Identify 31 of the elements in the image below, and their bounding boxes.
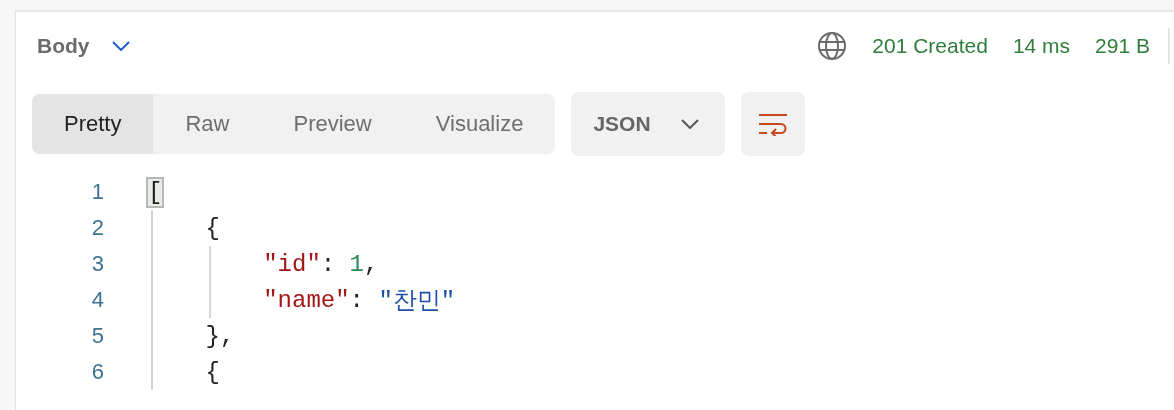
line-number: 2 [90, 215, 104, 241]
line-number: 5 [90, 323, 104, 349]
view-tab[interactable]: Raw [153, 94, 262, 154]
response-time: 14 ms [1012, 34, 1071, 58]
line-number: 6 [90, 359, 104, 385]
code-token: }, [205, 322, 235, 350]
code-token: { [205, 214, 220, 242]
code-token: : [349, 286, 365, 314]
chevron-down-icon[interactable] [111, 41, 130, 51]
view-tab[interactable]: Preview [261, 94, 404, 154]
code-token: "찬민" [378, 287, 456, 316]
code-token: "name" [263, 286, 350, 314]
chevron-down-icon [680, 119, 699, 129]
line-number: 1 [90, 179, 104, 205]
code-token: 1 [349, 250, 364, 278]
section-title: Body [37, 34, 90, 58]
response-size: 291 B [1095, 34, 1150, 58]
code-token: : [320, 250, 337, 278]
line-number: 4 [90, 287, 104, 313]
code-token: { [205, 358, 220, 386]
view-tab[interactable]: Pretty [32, 94, 154, 154]
globe-icon[interactable] [817, 31, 848, 61]
wrap-lines-button[interactable] [740, 92, 805, 156]
code-token: "id" [263, 250, 321, 278]
line-number: 3 [90, 251, 104, 277]
status-code: 201 Created [872, 34, 988, 58]
code-token: [ [148, 178, 163, 206]
view-tab[interactable]: Visualize [403, 94, 556, 154]
code-token: , [364, 250, 379, 278]
wrap-lines-icon [758, 112, 787, 136]
format-dropdown[interactable]: JSON [571, 92, 725, 156]
